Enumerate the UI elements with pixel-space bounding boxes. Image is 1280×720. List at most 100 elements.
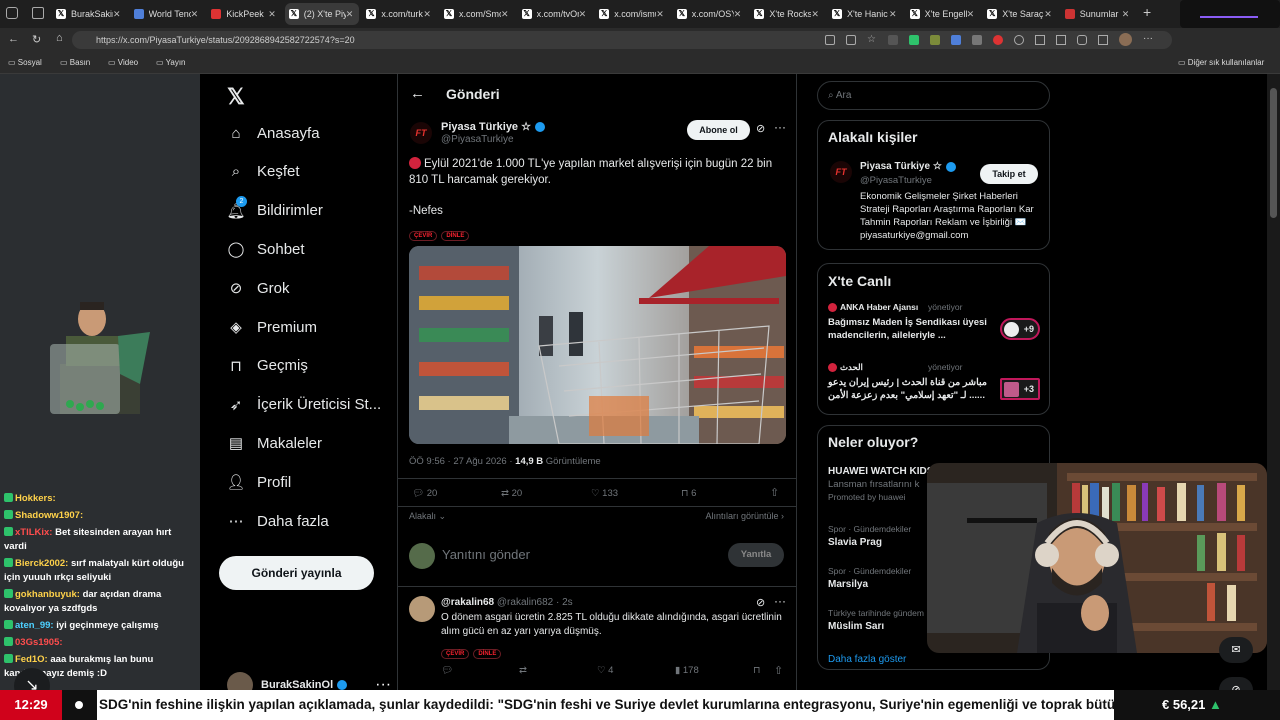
post-handle[interactable]: @PiyasaTurkiye (441, 134, 514, 145)
live-participants[interactable]: +9 (1000, 318, 1040, 340)
close-tab-icon[interactable]: ✕ (346, 9, 356, 20)
browser-tab[interactable]: 𝕏x.com/tvOr ✕ (518, 3, 592, 25)
repost-action[interactable]: ⇄ (519, 665, 527, 676)
extension-icon[interactable] (888, 35, 898, 45)
nav-item-profile[interactable]: 👤︎ Profil (226, 473, 291, 492)
browser-tab[interactable]: Sunumlar ✕ (1061, 3, 1135, 25)
chat-bubble-icon[interactable]: ✉ (1219, 637, 1253, 663)
extension-icon[interactable] (909, 35, 919, 45)
nav-item-home[interactable]: ⌂ Anasayfa (227, 124, 319, 142)
sort-relevant-dropdown[interactable]: Alakalı ⌄ (409, 511, 446, 522)
extension-icons[interactable]: ☆ ··· (825, 33, 1155, 46)
views-action[interactable]: ▮ 178 (675, 665, 699, 676)
reload-icon[interactable]: ↻ (32, 33, 41, 46)
home-icon[interactable]: ⌂ (56, 32, 63, 44)
extension-icon[interactable] (1014, 35, 1024, 45)
browser-tab[interactable]: KickPeek ✕ (207, 3, 281, 25)
view-quotes-link[interactable]: Alıntıları görüntüle › (705, 511, 784, 521)
close-tab-icon[interactable]: ✕ (811, 9, 821, 20)
bookmark-action[interactable]: ⊓ (753, 665, 760, 676)
close-tab-icon[interactable]: ✕ (656, 9, 666, 20)
browser-tab[interactable]: 𝕏 X'te Engelli ✕ (906, 3, 980, 25)
close-tab-icon[interactable]: ✕ (268, 9, 278, 20)
other-bookmarks[interactable]: ▭ Diğer sık kullanılanlar (1178, 58, 1264, 67)
close-tab-icon[interactable]: ✕ (579, 9, 589, 20)
back-icon[interactable]: ← (8, 33, 19, 45)
share-icon[interactable]: ⇧ (774, 664, 783, 677)
nav-item-search[interactable]: ⌕ Keşfet (227, 163, 300, 181)
browser-tab[interactable]: 𝕏x.com/turk ✕ (362, 3, 436, 25)
chat-username[interactable]: Bierck2002: (15, 558, 68, 569)
translate-button[interactable]: ÇEVİR (409, 231, 438, 241)
browser-tab[interactable]: 𝕏 X'te Rockst ✕ (750, 3, 824, 25)
downloads-icon[interactable] (1098, 35, 1108, 45)
nav-item-article[interactable]: ▤ Makaleler (227, 434, 322, 453)
browser-tab[interactable]: 𝕏 BurakSakin ✕ (52, 3, 126, 25)
more-icon[interactable]: ··· (774, 594, 786, 608)
chat-username[interactable]: gokhanbuyuk: (15, 589, 80, 600)
favorites-icon[interactable] (1056, 35, 1066, 45)
reply-input[interactable]: Yanıtını gönder (442, 547, 530, 562)
menu-icon[interactable]: ··· (1143, 34, 1155, 46)
nav-item-bell[interactable]: 🔔︎ 2 Bildirimler (226, 195, 323, 220)
repost-action[interactable]: ⇄ 20 (501, 488, 522, 499)
browser-tab[interactable]: 𝕏x.com/Smo ✕ (440, 3, 514, 25)
reply-action[interactable]: 💬︎ (441, 665, 453, 676)
avatar[interactable]: FT (830, 161, 852, 183)
reply-handle[interactable]: @rakalin682 · 2s (497, 597, 573, 608)
post-timestamp[interactable]: ÖÖ 9:56 · 27 Ağu 2026 · (409, 456, 515, 467)
person-handle[interactable]: @PiyasaTturkiye (860, 175, 932, 186)
nav-item-chat[interactable]: ◯ Sohbet (227, 240, 305, 259)
subscribe-button[interactable]: Abone ol (687, 120, 750, 140)
chat-username[interactable]: 03Gs1905: (15, 637, 63, 648)
browser-tab[interactable]: 𝕏 X'te Saraç ✕ (983, 3, 1057, 25)
extension-icon[interactable] (993, 35, 1003, 45)
reply-author[interactable]: @rakalin68 (441, 597, 494, 608)
live-item[interactable]: ANKA Haber Ajansı yönetiyor Bağımsız Maden… (828, 302, 1043, 358)
sidebar-icon[interactable] (1035, 35, 1045, 45)
profile-icon[interactable] (1180, 0, 1280, 28)
bookmark-sosyal[interactable]: ▭ Sosyal (8, 58, 42, 67)
share-icon[interactable]: ⇧ (770, 486, 779, 499)
chat-username[interactable]: xTILKix: (15, 527, 52, 538)
extension-icon[interactable] (951, 35, 961, 45)
nav-item-rocket[interactable]: ➶ İçerik Üreticisi St... (227, 396, 381, 414)
close-tab-icon[interactable]: ✕ (889, 9, 899, 20)
avatar[interactable] (1119, 33, 1132, 46)
listen-button[interactable]: DİNLE (473, 649, 502, 659)
translate-button[interactable]: ÇEVİR (441, 649, 470, 659)
reply-action[interactable]: 💬︎ 20 (412, 488, 437, 499)
extension-icon[interactable] (846, 35, 856, 45)
chat-username[interactable]: Hokkers: (15, 493, 56, 504)
back-arrow-icon[interactable]: ← (410, 85, 425, 102)
close-tab-icon[interactable]: ✕ (113, 9, 123, 20)
extension-icon[interactable] (972, 35, 982, 45)
close-tab-icon[interactable]: ✕ (1122, 9, 1132, 20)
like-action[interactable]: ♡ 133 (591, 488, 618, 499)
live-item[interactable]: الحدث yönetiyor مباشر من قناة الحدث | رئيس… (828, 362, 1043, 418)
post-button[interactable]: Gönderi yayınla (219, 556, 374, 590)
tab-groups-icon[interactable] (32, 7, 44, 19)
star-icon[interactable]: ☆ (867, 35, 877, 45)
person-name[interactable]: Piyasa Türkiye (860, 161, 930, 172)
nav-item-more[interactable]: ⋯ Daha fazla (227, 512, 329, 531)
browser-tab[interactable]: 𝕏 X'te Hanic ✕ (828, 3, 902, 25)
chat-username[interactable]: Shadoww1907: (15, 510, 83, 521)
follow-button[interactable]: Takip et (980, 164, 1038, 184)
chat-username[interactable]: aten_99: (15, 620, 54, 631)
browser-tab[interactable]: 𝕏 (2) X'te Piy ✕ (284, 3, 359, 25)
more-icon[interactable]: ··· (774, 120, 786, 134)
close-tab-icon[interactable]: ✕ (734, 9, 744, 20)
nav-item-history[interactable]: ⊓ Geçmiş (227, 357, 308, 375)
grok-icon[interactable]: ⊘ (756, 122, 765, 135)
bookmark-yayin[interactable]: ▭ Yayın (156, 58, 186, 67)
close-tab-icon[interactable]: ✕ (501, 9, 511, 20)
extension-icon[interactable] (930, 35, 940, 45)
extension-icon[interactable] (1077, 35, 1087, 45)
post-avatar[interactable]: FT (410, 122, 432, 144)
chat-username[interactable]: Fed1O: (15, 654, 48, 665)
reply-button[interactable]: Yanıtla (728, 543, 784, 567)
x-logo-icon[interactable]: 𝕏 (227, 84, 245, 110)
close-tab-icon[interactable]: ✕ (1044, 9, 1054, 20)
grok-icon[interactable]: ⊘ (756, 596, 765, 609)
